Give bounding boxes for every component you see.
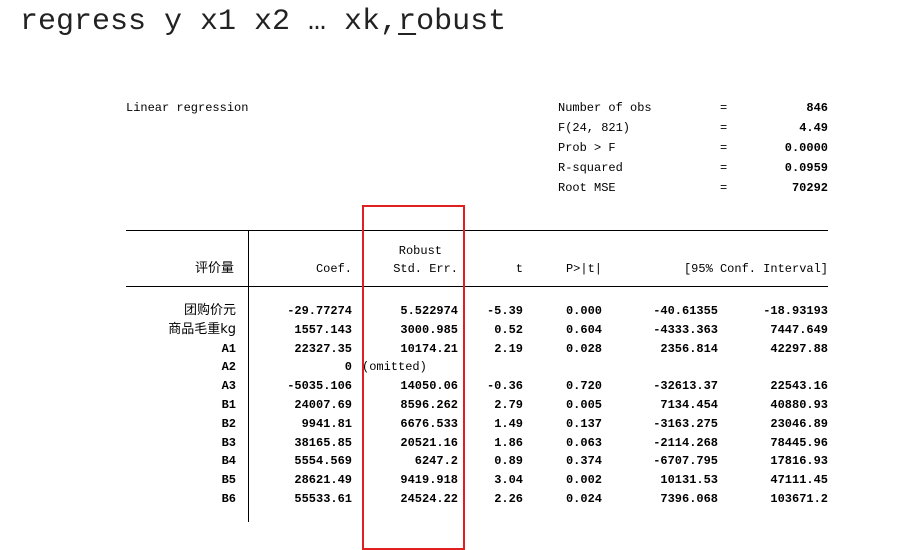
p-cell: 0.028	[565, 342, 602, 356]
stat-equals: =	[720, 101, 728, 115]
coef-cell: 38165.85	[294, 436, 352, 450]
command-suffix: obust	[416, 5, 507, 39]
p-cell: 0.024	[565, 492, 602, 506]
ci-low-cell: -6707.795	[653, 454, 718, 468]
row-name: A2	[221, 360, 236, 374]
p-cell: 0.604	[565, 323, 602, 337]
command-prefix: regress y x1 x2 … xk,	[20, 5, 399, 39]
coef-cell: -5035.106	[287, 379, 352, 393]
t-cell: 1.86	[494, 436, 523, 450]
row-name: 团购价元	[183, 303, 236, 318]
robust-stderr-highlight	[362, 205, 465, 550]
header-ci: [95% Conf. Interval]	[683, 262, 828, 276]
coef-cell: -29.77274	[287, 304, 352, 318]
stat-equals: =	[720, 161, 728, 175]
stat-label: F(24, 821)	[558, 121, 631, 135]
coef-cell: 28621.49	[294, 473, 352, 487]
ci-high-cell: 40880.93	[770, 398, 828, 412]
ci-low-cell: 2356.814	[660, 342, 718, 356]
ci-low-cell: -2114.268	[653, 436, 718, 450]
stat-equals: =	[720, 181, 728, 195]
ci-high-cell: 42297.88	[770, 342, 828, 356]
p-cell: 0.137	[565, 417, 602, 431]
header-p: P>|t|	[565, 262, 602, 276]
row-name: 商品毛重kg	[168, 322, 236, 337]
ci-low-cell: -40.61355	[653, 304, 718, 318]
table-top-rule	[126, 230, 828, 231]
coef-cell: 22327.35	[294, 342, 352, 356]
regression-title: Linear regression	[126, 101, 249, 115]
t-cell: 0.52	[494, 323, 523, 337]
ci-high-cell: 47111.45	[770, 473, 828, 487]
t-cell: 0.89	[494, 454, 523, 468]
stat-label: Number of obs	[558, 101, 652, 115]
stat-value: 0.0959	[784, 161, 828, 175]
ci-low-cell: 7396.068	[660, 492, 718, 506]
ci-low-cell: -4333.363	[653, 323, 718, 337]
t-cell: 2.19	[494, 342, 523, 356]
header-depvar: 评价量	[194, 261, 234, 276]
ci-high-cell: 23046.89	[770, 417, 828, 431]
coef-cell: 1557.143	[294, 323, 352, 337]
row-name: A1	[221, 342, 236, 356]
ci-high-cell: 78445.96	[770, 436, 828, 450]
p-cell: 0.063	[565, 436, 602, 450]
p-cell: 0.374	[565, 454, 602, 468]
ci-low-cell: 10131.53	[660, 473, 718, 487]
table-divider	[248, 230, 249, 522]
row-name: B5	[221, 473, 236, 487]
ci-high-cell: 7447.649	[770, 323, 828, 337]
stat-label: Root MSE	[558, 181, 616, 195]
row-name: B2	[221, 417, 236, 431]
ci-high-cell: 22543.16	[770, 379, 828, 393]
table-header-rule	[126, 286, 828, 287]
t-cell: 3.04	[494, 473, 523, 487]
ci-high-cell: -18.93193	[763, 304, 828, 318]
coef-cell: 24007.69	[294, 398, 352, 412]
ci-high-cell: 103671.2	[770, 492, 828, 506]
row-name: B4	[221, 454, 236, 468]
stat-equals: =	[720, 121, 728, 135]
ci-high-cell: 17816.93	[770, 454, 828, 468]
coef-cell: 5554.569	[294, 454, 352, 468]
row-name: B1	[221, 398, 236, 412]
command-underlined-letter: r	[398, 5, 417, 39]
ci-low-cell: 7134.454	[660, 398, 718, 412]
ci-low-cell: -3163.275	[653, 417, 718, 431]
stat-label: Prob > F	[558, 141, 616, 155]
stat-value: 70292	[791, 181, 828, 195]
t-cell: -0.36	[486, 379, 523, 393]
command-line: regress y x1 x2 … xk,robust	[20, 0, 506, 44]
coef-cell: 0	[344, 360, 352, 374]
p-cell: 0.002	[565, 473, 602, 487]
stat-value: 4.49	[799, 121, 828, 135]
row-name: B3	[221, 436, 236, 450]
header-t: t	[515, 262, 523, 276]
ci-low-cell: -32613.37	[653, 379, 718, 393]
coef-cell: 9941.81	[301, 417, 352, 431]
coef-cell: 55533.61	[294, 492, 352, 506]
stat-equals: =	[720, 141, 728, 155]
stat-value: 0.0000	[784, 141, 828, 155]
p-cell: 0.720	[565, 379, 602, 393]
header-coef: Coef.	[315, 262, 352, 276]
t-cell: 1.49	[494, 417, 523, 431]
row-name: A3	[221, 379, 236, 393]
t-cell: 2.26	[494, 492, 523, 506]
p-cell: 0.005	[565, 398, 602, 412]
stat-label: R-squared	[558, 161, 623, 175]
stat-value: 846	[806, 101, 828, 115]
t-cell: -5.39	[486, 304, 523, 318]
p-cell: 0.000	[565, 304, 602, 318]
t-cell: 2.79	[494, 398, 523, 412]
row-name: B6	[221, 492, 236, 506]
